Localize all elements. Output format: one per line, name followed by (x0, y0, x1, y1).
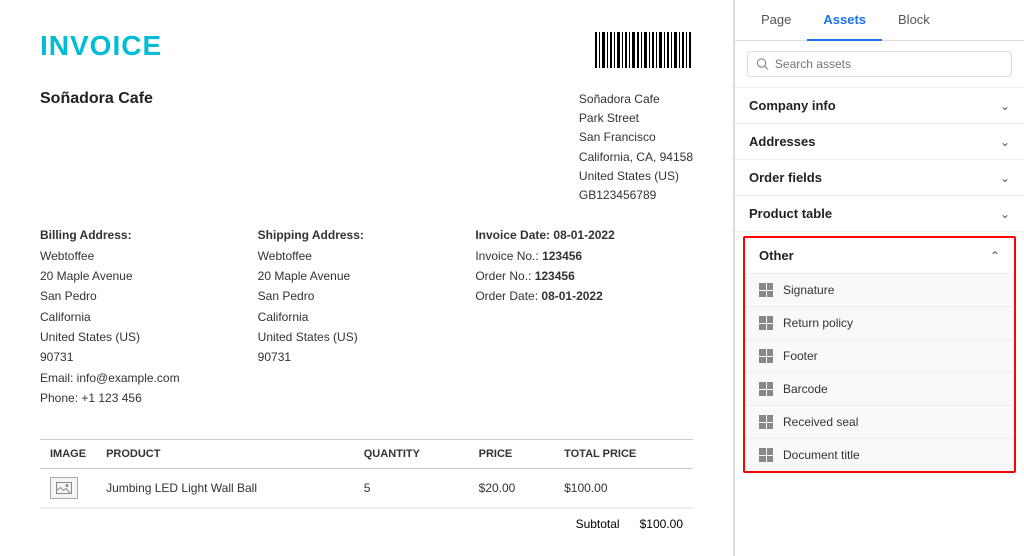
product-image-cell (40, 468, 96, 507)
section-label-other: Other (759, 248, 794, 263)
grid-icon (759, 415, 773, 429)
asset-return-policy[interactable]: Return policy (745, 306, 1014, 339)
section-label-order: Order fields (749, 170, 822, 185)
section-label-product: Product table (749, 206, 832, 221)
grid-icon (759, 283, 773, 297)
barcode-display (593, 30, 693, 70)
product-quantity: 5 (354, 468, 469, 507)
chevron-up-icon: ⌃ (990, 249, 1000, 263)
search-input[interactable] (775, 57, 1003, 71)
asset-label-return-policy: Return policy (783, 316, 853, 330)
section-product-table[interactable]: Product table ⌄ (735, 196, 1024, 232)
subtotal-row: Subtotal $100.00 (40, 508, 693, 539)
asset-label-barcode: Barcode (783, 382, 828, 396)
assets-panel: Page Assets Block Company info ⌄ Address… (734, 0, 1024, 556)
product-price: $20.00 (469, 468, 554, 507)
invoice-panel: INVOICE (0, 0, 734, 556)
section-other-header[interactable]: Other ⌃ (745, 238, 1014, 273)
tab-page[interactable]: Page (745, 0, 807, 41)
grid-icon (759, 349, 773, 363)
search-icon (756, 57, 769, 71)
col-quantity: QUANTITY (354, 439, 469, 468)
company-name: Soñadora Cafe (40, 90, 153, 108)
table-row: Jumbing LED Light Wall Ball 5 $20.00 $10… (40, 468, 693, 507)
section-label-addresses: Addresses (749, 134, 815, 149)
product-total: $100.00 (554, 468, 693, 507)
search-box (735, 41, 1024, 88)
grid-icon (759, 316, 773, 330)
chevron-down-icon: ⌄ (1000, 135, 1010, 149)
asset-barcode[interactable]: Barcode (745, 372, 1014, 405)
product-name: Jumbing LED Light Wall Ball (96, 468, 354, 507)
section-order-fields[interactable]: Order fields ⌄ (735, 160, 1024, 196)
section-label-company: Company info (749, 98, 836, 113)
chevron-down-icon: ⌄ (1000, 171, 1010, 185)
shipping-address: Shipping Address: Webtoffee 20 Maple Ave… (258, 225, 476, 409)
tab-assets[interactable]: Assets (807, 0, 882, 41)
col-total: TOTAL PRICE (554, 439, 693, 468)
chevron-down-icon: ⌄ (1000, 99, 1010, 113)
subtotal-value: $100.00 (640, 517, 683, 531)
image-placeholder (50, 477, 78, 499)
product-table: IMAGE PRODUCT QUANTITY PRICE TOTAL PRICE (40, 439, 693, 508)
grid-icon (759, 448, 773, 462)
address-section: Billing Address: Webtoffee 20 Maple Aven… (40, 225, 693, 409)
col-image: IMAGE (40, 439, 96, 468)
section-company-info[interactable]: Company info ⌄ (735, 88, 1024, 124)
search-wrapper[interactable] (747, 51, 1012, 77)
invoice-title: INVOICE (40, 30, 162, 62)
billing-address: Billing Address: Webtoffee 20 Maple Aven… (40, 225, 258, 409)
asset-document-title[interactable]: Document title (745, 438, 1014, 471)
section-addresses[interactable]: Addresses ⌄ (735, 124, 1024, 160)
company-row: Soñadora Cafe Soñadora Cafe Park Street … (40, 90, 693, 205)
subtotal-label: Subtotal (576, 517, 620, 531)
grid-icon (759, 382, 773, 396)
chevron-down-icon: ⌄ (1000, 207, 1010, 221)
panel-tabs: Page Assets Block (735, 0, 1024, 41)
invoice-meta: Invoice Date: 08-01-2022 Invoice No.: 12… (475, 225, 693, 409)
asset-label-received-seal: Received seal (783, 415, 858, 429)
asset-received-seal[interactable]: Received seal (745, 405, 1014, 438)
asset-signature[interactable]: Signature (745, 273, 1014, 306)
asset-footer[interactable]: Footer (745, 339, 1014, 372)
asset-label-document-title: Document title (783, 448, 860, 462)
asset-label-signature: Signature (783, 283, 834, 297)
asset-label-footer: Footer (783, 349, 818, 363)
col-product: PRODUCT (96, 439, 354, 468)
company-address: Soñadora Cafe Park Street San Francisco … (579, 90, 693, 205)
tab-block[interactable]: Block (882, 0, 946, 41)
col-price: PRICE (469, 439, 554, 468)
other-section: Other ⌃ Signature Return policy Footer B… (743, 236, 1016, 473)
invoice-header: INVOICE (40, 30, 693, 70)
